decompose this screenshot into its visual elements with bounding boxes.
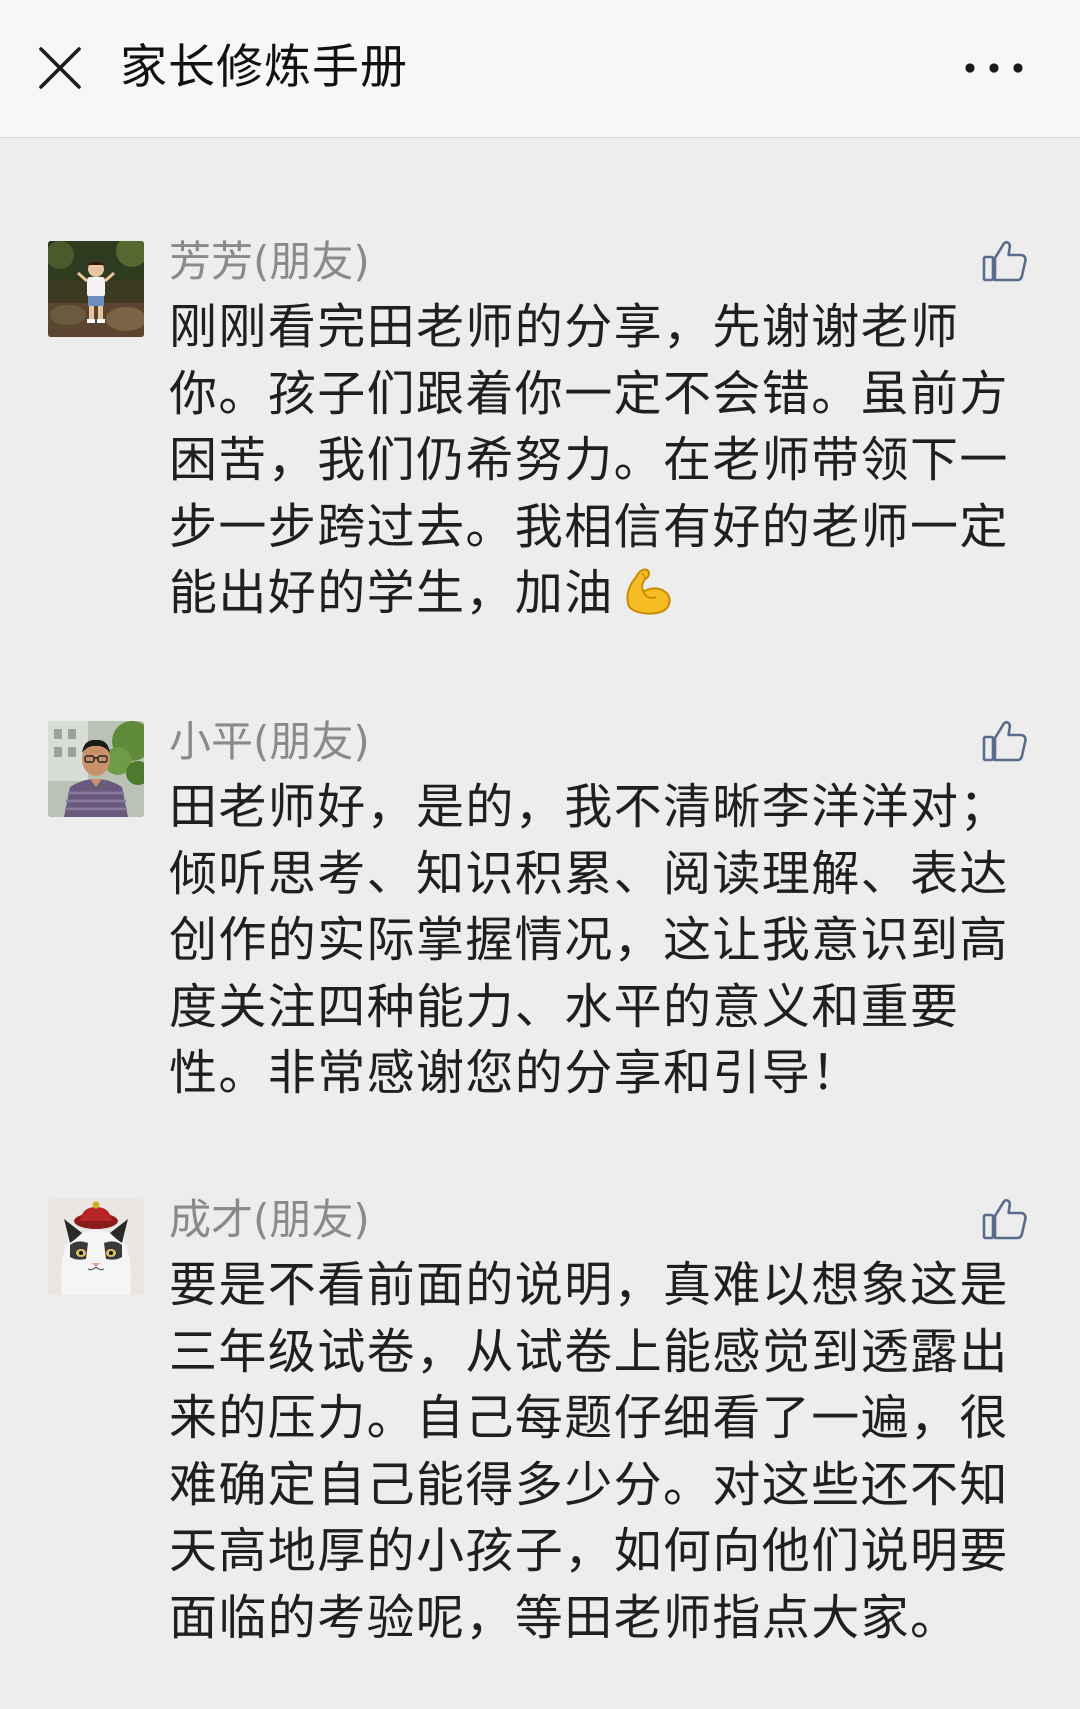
comment-line: 倾听思考、知识积累、阅读理解、表达 [169,845,1009,902]
comment-line: 步一步跨过去。我相信有好的老师一定 [169,498,1009,555]
top-bar: 家长修炼手册 [0,0,1080,138]
comments-page: 家长修炼手册 芳芳(朋友) 刚刚看完田老师的分享，先谢谢老师 你。孩子们跟着你一… [0,0,1080,1709]
avatar-man-photo [48,721,144,817]
avatar-cat-with-hat [48,1199,144,1295]
more-button[interactable] [956,44,1032,92]
comment-line: 困苦，我们仍希努力。在老师带领下一 [169,432,1009,488]
comment-text: 刚刚看完田老师的分享，先谢谢老师 你。孩子们跟着你一定不会错。虽前方 困苦，我们… [169,294,1049,627]
comment-line: 性。非常感谢您的分享和引导！ [169,1045,861,1101]
comment-line: 难确定自己能得多少分。对这些还不知 [169,1456,1009,1513]
avatar[interactable] [48,721,144,817]
comment-line: 天高地厚的小孩子，如何向他们说明要 [169,1523,1009,1579]
comment-text: 田老师好，是的，我不清晰李洋洋对； 倾听思考、知识积累、阅读理解、表达 创作的实… [169,774,1049,1107]
thumbs-up-icon [982,1199,1027,1240]
flexed-biceps-icon [626,568,671,615]
comment-line: 刚刚看完田老师的分享，先谢谢老师 [169,299,960,355]
thumbs-up-icon [982,721,1027,762]
commenter-name[interactable]: 小平(朋友) [169,716,370,768]
comment-line-last: 能出好的学生，加油 [169,560,1049,627]
avatar[interactable] [48,1199,144,1295]
thumbs-up-icon [982,241,1027,282]
commenter-name[interactable]: 芳芳(朋友) [169,236,370,288]
more-dots-icon [965,63,1023,73]
page-title: 家长修炼手册 [120,40,408,95]
comment-line: 要是不看前面的说明，真难以想象这是 [169,1257,1009,1313]
comment-line: 能出好的学生，加油 [169,565,614,621]
comment-line: 田老师好，是的，我不清晰李洋洋对； [169,779,1009,835]
comment-line: 创作的实际掌握情况，这让我意识到高 [169,912,1009,968]
avatar[interactable] [48,241,144,337]
close-icon [39,47,81,89]
comment-line: 度关注四种能力、水平的意义和重要 [169,978,960,1035]
comment-line: 三年级试卷，从试卷上能感觉到透露出 [169,1323,1009,1380]
comment-line: 你。孩子们跟着你一定不会错。虽前方 [169,365,1009,422]
comment-text: 要是不看前面的说明，真难以想象这是 三年级试卷，从试卷上能感觉到透露出 来的压力… [169,1252,1049,1651]
like-button[interactable] [978,234,1032,286]
comment-line: 面临的考验呢，等田老师指点大家。 [169,1589,960,1646]
like-button[interactable] [978,1192,1032,1244]
commenter-name[interactable]: 成才(朋友) [169,1194,370,1246]
avatar-child-photo [48,241,144,337]
comment-line: 来的压力。自己每题仔细看了一遍，很 [169,1390,1009,1446]
like-button[interactable] [978,714,1032,766]
close-button[interactable] [30,38,90,98]
